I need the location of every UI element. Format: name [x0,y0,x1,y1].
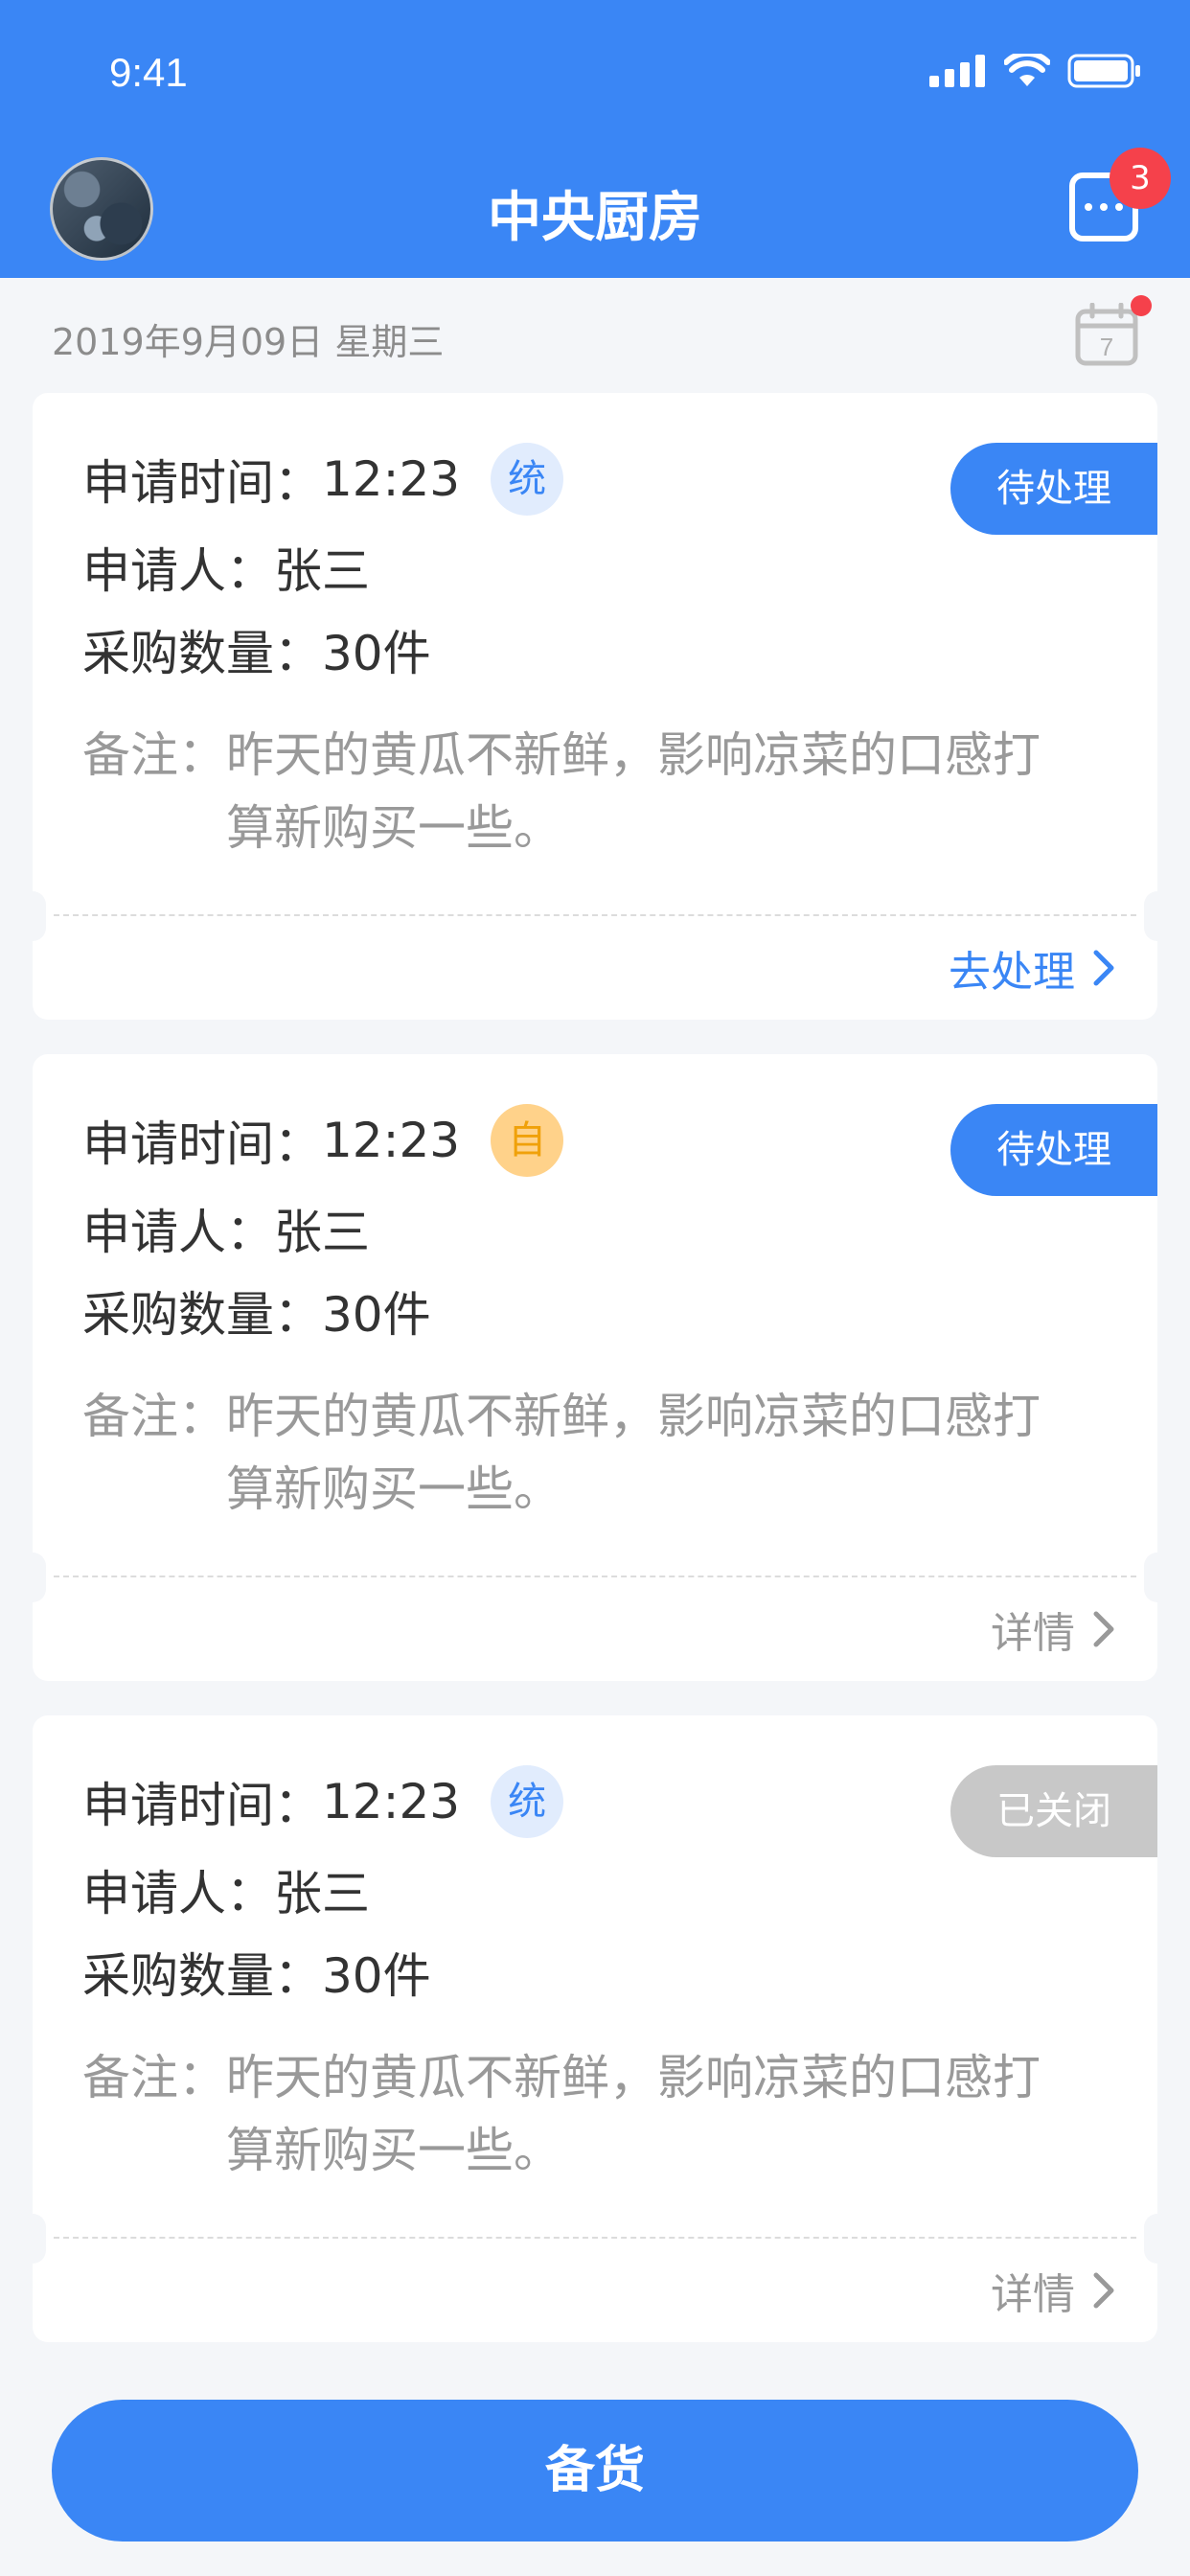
status-badge: 已关闭 [950,1765,1157,1857]
note-label: 备注： [82,1389,226,1444]
status-icons [929,54,1142,88]
quantity-row: 采购数量： 30件 [82,1938,431,2007]
page-title: 中央厨房 [488,187,702,249]
chevron-right-icon [1093,2272,1114,2309]
note-label: 备注： [82,2050,226,2105]
date-label: 2019年9月09日 星期三 [52,321,445,363]
divider [54,1576,1136,1577]
signal-icon [929,55,985,87]
apply-time-row: 申请时间： 12:23 统 [82,1765,564,1838]
type-badge: 统 [491,443,564,516]
message-dot [1085,203,1092,211]
quantity-value: 30件 [322,626,431,681]
status-bar: 9:41 [0,0,1190,144]
applicant-label: 申请人： [82,543,274,599]
quantity-label: 采购数量： [82,1948,322,2004]
apply-time-row: 申请时间： 12:23 自 [82,1104,564,1177]
applicant-value: 张三 [274,1866,370,1921]
details-link[interactable]: 详情 [991,1598,1115,1660]
quantity-row: 采购数量： 30件 [82,1276,431,1346]
message-badge: 3 [1110,148,1171,209]
applicant-row: 申请人： 张三 [82,1194,370,1263]
applicant-value: 张三 [274,1205,370,1260]
chevron-right-icon [1093,950,1114,986]
message-dot [1115,203,1123,211]
divider [54,914,1136,916]
calendar-notification-dot [1131,295,1152,316]
apply-time-value: 12:23 [322,1113,461,1168]
quantity-value: 30件 [322,1948,431,2004]
applicant-row: 申请人： 张三 [82,1855,370,1924]
status-badge: 待处理 [950,443,1157,535]
action-label: 去处理 [949,948,1075,997]
note-text: 昨天的黄瓜不新鲜，影响凉菜的口感打算新购买一些。 [226,1389,1041,1517]
battery-icon [1067,54,1140,88]
message-dot [1100,203,1108,211]
applicant-value: 张三 [274,543,370,599]
chevron-right-icon [1093,1611,1114,1647]
applicant-label: 申请人： [82,1205,274,1260]
request-card[interactable]: 申请时间： 12:23 统 申请人： 张三 采购数量： 30件 备注： 昨天的黄… [19,1715,1171,2342]
process-link[interactable]: 去处理 [949,937,1115,999]
header-bar: 9:41 中央厨房 3 [0,0,1190,278]
note-row: 备注： 昨天的黄瓜不新鲜，影响凉菜的口感打算新购买一些。 [82,719,1050,864]
apply-time-label: 申请时间： [82,1778,322,1833]
calendar-icon[interactable]: 7 [1075,303,1138,366]
divider [54,2237,1136,2239]
note-text: 昨天的黄瓜不新鲜，影响凉菜的口感打算新购买一些。 [226,727,1041,856]
applicant-label: 申请人： [82,1866,274,1921]
apply-time-row: 申请时间： 12:23 统 [82,443,564,516]
details-link[interactable]: 详情 [991,2260,1115,2321]
action-label: 详情 [991,2270,1075,2319]
status-badge: 待处理 [950,1104,1157,1196]
note-label: 备注： [82,727,226,783]
action-label: 详情 [991,1609,1075,1658]
status-time: 9:41 [109,50,188,95]
type-badge: 自 [491,1104,564,1177]
quantity-label: 采购数量： [82,626,322,681]
apply-time-value: 12:23 [322,1774,461,1829]
note-row: 备注： 昨天的黄瓜不新鲜，影响凉菜的口感打算新购买一些。 [82,1380,1050,1526]
note-text: 昨天的黄瓜不新鲜，影响凉菜的口感打算新购买一些。 [226,2050,1041,2178]
stock-up-button[interactable]: 备货 [52,2400,1138,2542]
apply-time-label: 申请时间： [82,455,322,511]
quantity-label: 采购数量： [82,1287,322,1343]
request-card[interactable]: 申请时间： 12:23 自 申请人： 张三 采购数量： 30件 备注： 昨天的黄… [19,1054,1171,1681]
apply-time-label: 申请时间： [82,1116,322,1172]
apply-time-value: 12:23 [322,451,461,507]
wifi-icon [1004,54,1050,86]
note-row: 备注： 昨天的黄瓜不新鲜，影响凉菜的口感打算新购买一些。 [82,2041,1050,2187]
applicant-row: 申请人： 张三 [82,533,370,602]
quantity-value: 30件 [322,1287,431,1343]
request-card[interactable]: 申请时间： 12:23 统 申请人： 张三 采购数量： 30件 备注： 昨天的黄… [19,393,1171,1020]
quantity-row: 采购数量： 30件 [82,615,431,684]
calendar-day: 7 [1100,333,1113,361]
type-badge: 统 [491,1765,564,1838]
